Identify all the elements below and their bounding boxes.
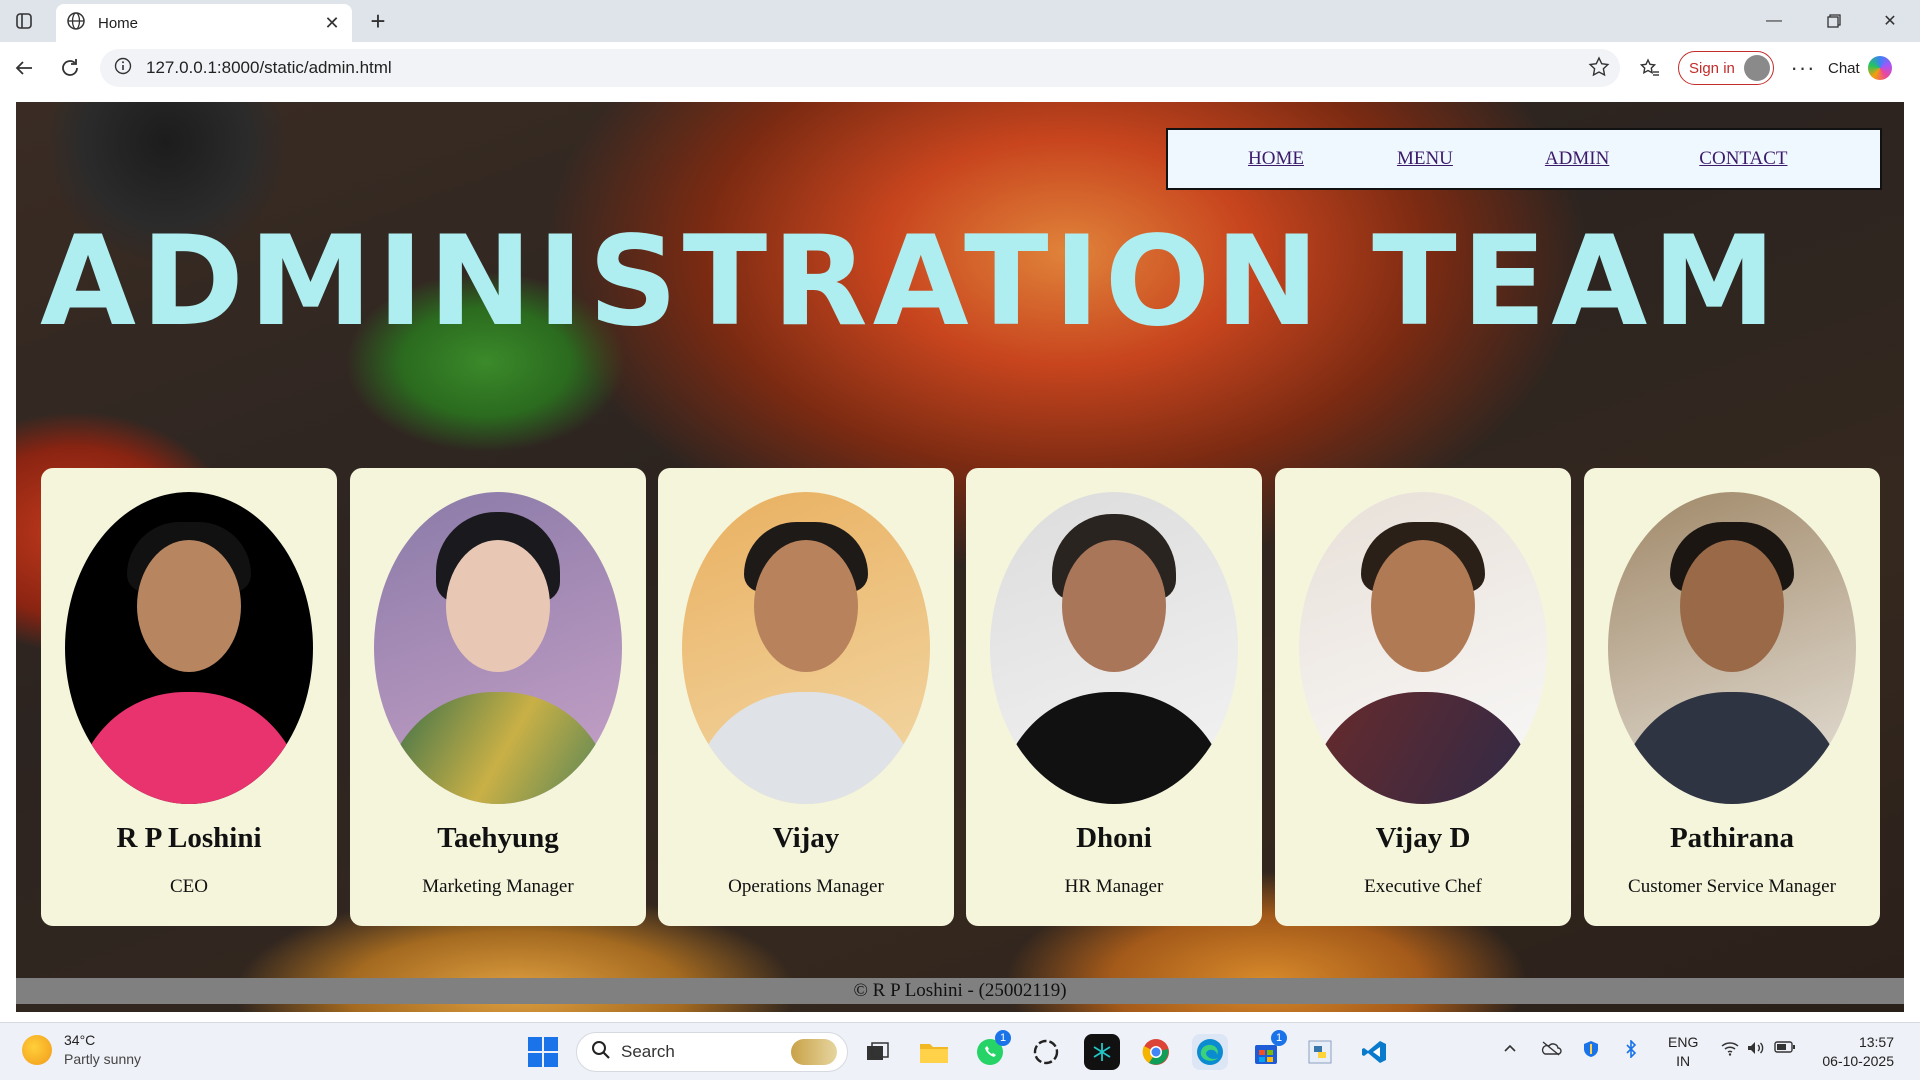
microsoft-store-icon[interactable]: 1 — [1248, 1030, 1287, 1070]
chrome-icon[interactable] — [1138, 1034, 1174, 1070]
battery-icon[interactable] — [1774, 1040, 1796, 1057]
member-name: Dhoni — [1076, 822, 1152, 854]
address-bar[interactable]: 127.0.0.1:8000/static/admin.html — [100, 49, 1620, 87]
bluetooth-icon[interactable] — [1624, 1039, 1638, 1061]
team-card: R P Loshini CEO — [41, 468, 337, 926]
member-photo — [682, 492, 930, 804]
partly-sunny-icon — [22, 1035, 52, 1065]
page-footer: © R P Loshini - (25002119) — [16, 978, 1904, 1004]
system-clock[interactable]: 13:57 06-10-2025 — [1810, 1033, 1894, 1071]
member-name: Vijay — [772, 822, 840, 854]
nav-link-menu[interactable]: MENU — [1397, 148, 1453, 170]
file-explorer-icon[interactable] — [916, 1034, 952, 1070]
browser-tab-bar: Home ✕ + — ✕ — [0, 0, 1920, 42]
search-label: Search — [621, 1042, 675, 1061]
onedrive-icon[interactable] — [1540, 1040, 1562, 1059]
globe-icon — [66, 11, 86, 36]
reload-button[interactable] — [52, 51, 88, 85]
main-nav: HOME MENU ADMIN CONTACT — [1166, 128, 1882, 190]
nav-link-home[interactable]: HOME — [1248, 148, 1304, 170]
site-info-icon[interactable] — [114, 57, 132, 80]
member-role: HR Manager — [1064, 876, 1164, 897]
windows-start-icon[interactable] — [528, 1037, 558, 1067]
sign-in-label: Sign in — [1689, 59, 1735, 77]
member-role: Marketing Manager — [422, 876, 574, 897]
member-name: Taehyung — [437, 822, 559, 854]
member-photo — [1299, 492, 1547, 804]
clock-time: 13:57 — [1858, 1034, 1894, 1050]
team-card: Vijay Operations Manager — [658, 468, 954, 926]
copilot-icon — [1867, 56, 1892, 80]
team-card: Pathirana Customer Service Manager — [1584, 468, 1880, 926]
weather-temp: 34°C — [64, 1032, 96, 1048]
team-card: Vijay D Executive Chef — [1275, 468, 1571, 926]
language-line1: ENG — [1668, 1034, 1699, 1050]
profile-avatar — [1744, 55, 1770, 81]
vscode-icon[interactable] — [1356, 1034, 1392, 1070]
member-role: Operations Manager — [728, 876, 884, 897]
taskbar-search[interactable]: Search — [576, 1032, 848, 1072]
language-line2: IN — [1676, 1053, 1691, 1069]
weather-desc: Partly sunny — [64, 1051, 142, 1067]
team-card: Dhoni HR Manager — [966, 468, 1262, 926]
minimize-window-button[interactable]: — — [1746, 0, 1802, 42]
whatsapp-badge: 1 — [995, 1030, 1011, 1046]
clock-date: 06-10-2025 — [1822, 1053, 1894, 1069]
member-photo — [1608, 492, 1856, 804]
tab-title: Home — [98, 14, 139, 32]
url-text: 127.0.0.1:8000/static/admin.html — [146, 58, 392, 77]
show-hidden-icons-icon[interactable] — [1502, 1040, 1518, 1059]
member-photo — [374, 492, 622, 804]
favorite-star-icon[interactable] — [1588, 56, 1610, 83]
member-photo — [990, 492, 1238, 804]
member-name: R P Loshini — [116, 822, 262, 854]
favorites-icon[interactable] — [1632, 51, 1668, 85]
restore-window-button[interactable] — [1806, 0, 1862, 42]
member-role: Executive Chef — [1364, 876, 1482, 897]
close-window-button[interactable]: ✕ — [1862, 0, 1918, 42]
member-name: Pathirana — [1669, 822, 1795, 854]
tab-actions-icon[interactable] — [8, 6, 40, 36]
wifi-icon[interactable] — [1720, 1040, 1740, 1059]
perplexity-icon[interactable] — [1084, 1034, 1120, 1070]
browser-toolbar: 127.0.0.1:8000/static/admin.html Sign in… — [0, 42, 1920, 94]
team-card: Taehyung Marketing Manager — [350, 468, 646, 926]
member-photo — [65, 492, 313, 804]
back-button[interactable] — [6, 51, 42, 85]
nav-link-contact[interactable]: CONTACT — [1699, 148, 1787, 170]
new-tab-button[interactable]: + — [362, 6, 394, 36]
search-highlight-icon — [791, 1039, 837, 1065]
member-role: CEO — [170, 876, 208, 897]
search-icon — [591, 1040, 611, 1065]
language-indicator[interactable]: ENG IN — [1668, 1033, 1698, 1071]
task-view-icon[interactable] — [860, 1034, 896, 1070]
volume-icon[interactable] — [1746, 1040, 1766, 1059]
browser-tab-home[interactable]: Home ✕ — [56, 4, 352, 42]
more-options-icon[interactable]: ··· — [1785, 51, 1821, 85]
chat-label: Chat — [1828, 59, 1860, 77]
edge-icon[interactable] — [1192, 1034, 1228, 1070]
page-viewport: HOME MENU ADMIN CONTACT ADMINISTRATION T… — [0, 94, 1920, 1022]
close-tab-icon[interactable]: ✕ — [322, 13, 342, 33]
python-idle-icon[interactable] — [1302, 1034, 1338, 1070]
nav-link-admin[interactable]: ADMIN — [1545, 148, 1609, 170]
team-cards: R P Loshini CEO Taehyung Marketing Manag… — [41, 468, 1881, 926]
page-title: ADMINISTRATION TEAM — [40, 210, 1781, 354]
sign-in-button[interactable]: Sign in — [1678, 51, 1774, 85]
security-shield-icon[interactable] — [1582, 1040, 1600, 1061]
store-badge: 1 — [1271, 1030, 1287, 1046]
whatsapp-icon[interactable]: 1 — [972, 1030, 1011, 1070]
copilot-chat-button[interactable]: Chat — [1828, 51, 1912, 85]
chatgpt-icon[interactable] — [1028, 1034, 1064, 1070]
weather-widget[interactable]: 34°C Partly sunny — [22, 1031, 141, 1069]
taskbar: 34°C Partly sunny Search 1 1 ENG IN 13:5… — [0, 1022, 1920, 1080]
member-name: Vijay D — [1375, 822, 1471, 854]
page-hero-background: HOME MENU ADMIN CONTACT ADMINISTRATION T… — [16, 102, 1904, 1012]
member-role: Customer Service Manager — [1628, 876, 1836, 897]
